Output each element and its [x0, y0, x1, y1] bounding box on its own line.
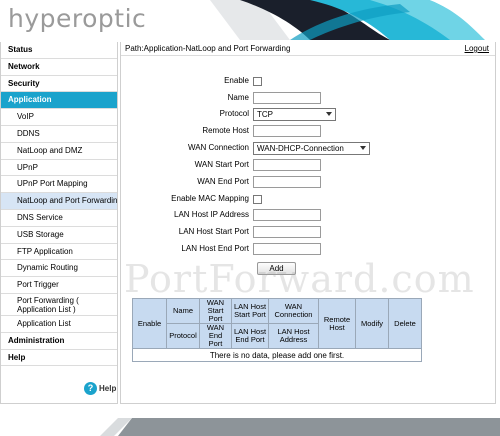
wan-start-port-label: WAN Start Port — [194, 160, 249, 169]
wan-end-port-label: WAN End Port — [197, 177, 249, 186]
help-link[interactable]: ? Help — [84, 382, 116, 395]
sidebar-item-administration[interactable]: Administration — [1, 333, 117, 350]
form-row-enable-mac: Enable MAC Mapping — [121, 193, 497, 206]
sidebar-item-voip[interactable]: VoIP — [1, 109, 117, 126]
sidebar-item-application[interactable]: Application — [1, 92, 117, 110]
wan-connection-select[interactable]: WAN-DHCP-Connection — [253, 142, 370, 155]
logout-link[interactable]: Logout — [465, 42, 489, 56]
form-row-name: Name — [121, 92, 497, 105]
col-delete: Delete — [388, 298, 422, 349]
lan-ip-label: LAN Host IP Address — [174, 210, 249, 219]
form-row-remote-host: Remote Host — [121, 125, 497, 138]
col-lan-end: LAN Host End Port — [231, 323, 269, 349]
col-lan-addr: LAN Host Address — [268, 323, 319, 349]
sidebar-item-natloop-dmz[interactable]: NatLoop and DMZ — [1, 143, 117, 160]
lan-start-port-label: LAN Host Start Port — [178, 227, 249, 236]
col-remote: Remote Host — [318, 298, 356, 349]
lan-end-port-input[interactable] — [253, 243, 321, 255]
wan-end-port-input[interactable] — [253, 176, 321, 188]
form-row-lan-start-port: LAN Host Start Port — [121, 226, 497, 239]
enable-label: Enable — [224, 76, 249, 85]
chevron-down-icon — [326, 112, 332, 116]
sidebar-item-ddns[interactable]: DDNS — [1, 126, 117, 143]
form-row-lan-end-port: LAN Host End Port — [121, 243, 497, 256]
wan-start-port-input[interactable] — [253, 159, 321, 171]
sidebar-item-ftp-application[interactable]: FTP Application — [1, 244, 117, 261]
form-row-lan-ip: LAN Host IP Address — [121, 209, 497, 222]
sidebar-item-network[interactable]: Network — [1, 59, 117, 76]
col-lan-start: LAN Host Start Port — [231, 298, 269, 324]
sidebar-item-application-list[interactable]: Application List — [1, 316, 117, 333]
wan-connection-value: WAN-DHCP-Connection — [257, 144, 344, 153]
sidebar-item-port-trigger[interactable]: Port Trigger — [1, 277, 117, 294]
sidebar-item-upnp[interactable]: UPnP — [1, 160, 117, 177]
col-wan-end: WAN End Port — [199, 323, 232, 349]
footer-graphic — [0, 404, 500, 436]
form-row-enable: Enable — [121, 75, 497, 88]
col-name: Name — [166, 298, 200, 324]
port-forwarding-table: Enable Name WAN Start Port LAN Host Star… — [132, 298, 422, 362]
main-panel: Path:Application-NatLoop and Port Forwar… — [120, 42, 496, 404]
name-input[interactable] — [253, 92, 321, 104]
chevron-down-icon — [360, 146, 366, 150]
help-label: Help — [99, 384, 117, 393]
form-row-wan-start-port: WAN Start Port — [121, 159, 497, 172]
lan-start-port-input[interactable] — [253, 226, 321, 238]
col-modify: Modify — [355, 298, 389, 349]
logo: hyperoptic — [8, 4, 147, 33]
remote-host-input[interactable] — [253, 125, 321, 137]
protocol-select[interactable]: TCP — [253, 108, 336, 121]
question-icon: ? — [84, 382, 97, 395]
breadcrumb: Path:Application-NatLoop and Port Forwar… — [121, 42, 495, 56]
sidebar-item-upnp-port-mapping[interactable]: UPnP Port Mapping — [1, 176, 117, 194]
header: hyperoptic — [0, 0, 500, 40]
sidebar-item-security[interactable]: Security — [1, 76, 117, 93]
enable-mac-checkbox[interactable] — [253, 195, 262, 204]
protocol-label: Protocol — [219, 109, 249, 118]
col-protocol: Protocol — [166, 323, 200, 349]
table-header-row: Enable Name WAN Start Port LAN Host Star… — [132, 298, 422, 349]
form-row-wan-connection: WAN Connection WAN-DHCP-Connection — [121, 142, 497, 155]
lan-ip-input[interactable] — [253, 209, 321, 221]
empty-message: There is no data, please add one first. — [132, 348, 422, 362]
remote-host-label: Remote Host — [202, 126, 249, 135]
sidebar-item-port-forwarding-app-list[interactable]: Port Forwarding ( Application List ) — [1, 294, 117, 316]
lan-end-port-label: LAN Host End Port — [181, 244, 249, 253]
col-wan-conn: WAN Connection — [268, 298, 319, 324]
sidebar-item-status[interactable]: Status — [1, 42, 117, 59]
table-row: There is no data, please add one first. — [132, 348, 422, 362]
sidebar-item-help[interactable]: Help — [1, 350, 117, 367]
protocol-value: TCP — [257, 110, 273, 119]
sidebar-item-dns-service[interactable]: DNS Service — [1, 210, 117, 227]
add-button[interactable]: Add — [257, 262, 296, 275]
enable-mac-label: Enable MAC Mapping — [171, 194, 249, 203]
name-label: Name — [227, 93, 249, 102]
form-row-wan-end-port: WAN End Port — [121, 176, 497, 189]
form-row-protocol: Protocol TCP — [121, 108, 497, 121]
header-graphic — [210, 0, 500, 40]
col-wan-start: WAN Start Port — [199, 298, 232, 324]
enable-checkbox[interactable] — [253, 77, 262, 86]
sidebar-item-natloop-port-forwarding[interactable]: NatLoop and Port Forwarding — [1, 193, 117, 210]
wan-connection-label: WAN Connection — [187, 143, 249, 152]
col-enable: Enable — [132, 298, 167, 349]
sidebar: Status Network Security Application VoIP… — [0, 42, 118, 404]
sidebar-item-usb-storage[interactable]: USB Storage — [1, 227, 117, 244]
sidebar-item-dynamic-routing[interactable]: Dynamic Routing — [1, 260, 117, 278]
